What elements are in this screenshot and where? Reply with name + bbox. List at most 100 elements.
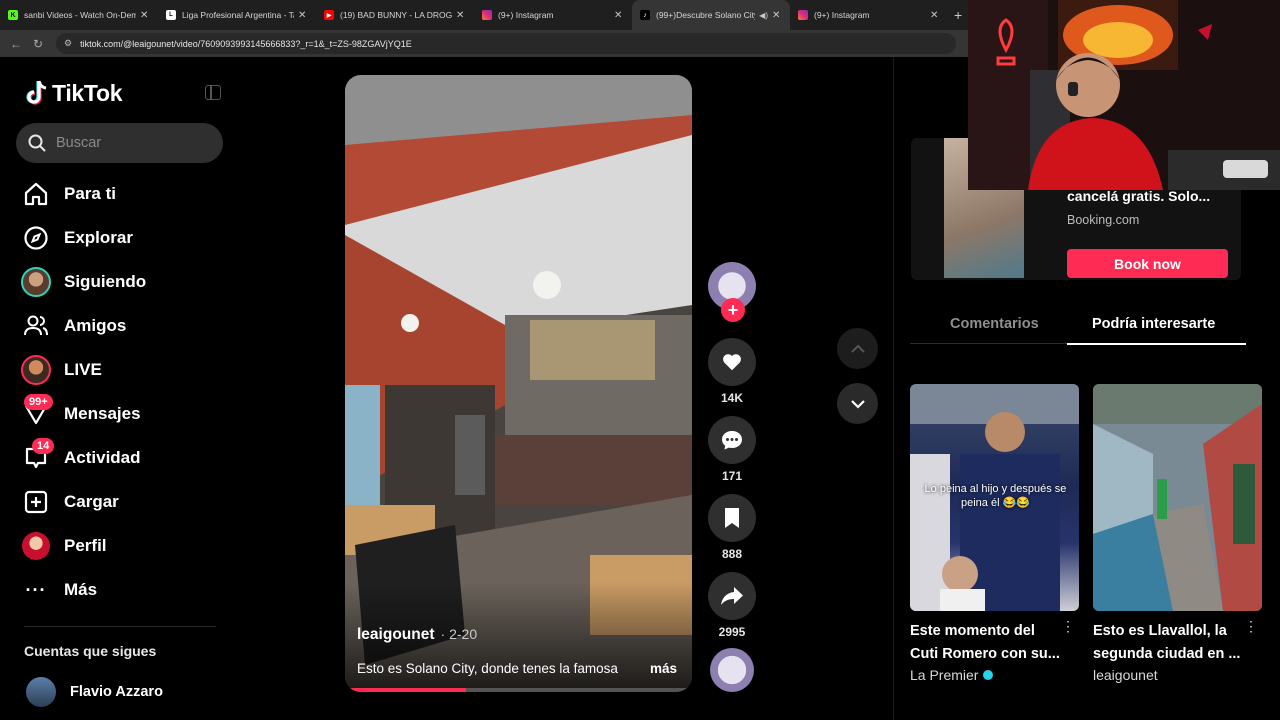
close-tab-icon[interactable]: ✕ bbox=[614, 10, 624, 21]
share-count: 2995 bbox=[718, 625, 746, 639]
activity-icon: 14 bbox=[20, 438, 55, 474]
instagram-icon bbox=[798, 10, 808, 20]
save-button[interactable] bbox=[708, 494, 756, 542]
browser-tab[interactable]: (9+) Instagram ✕ bbox=[474, 0, 632, 30]
video-player[interactable]: leaigounet · 2-20 Esto es Solano City, d… bbox=[345, 75, 692, 692]
sidebar-item-cargar[interactable]: Cargar bbox=[20, 480, 220, 524]
browser-tab[interactable]: (9+) Instagram ✕ bbox=[790, 0, 948, 30]
video-author-line: leaigounet · 2-20 bbox=[357, 626, 477, 644]
browser-tab[interactable]: L Liga Profesional Argentina - Tabla ✕ bbox=[158, 0, 316, 30]
close-tab-icon[interactable]: ✕ bbox=[140, 10, 150, 21]
reload-icon[interactable]: ↻ bbox=[30, 37, 46, 51]
sidebar-item-siguiendo[interactable]: Siguiendo bbox=[20, 260, 220, 304]
close-tab-icon[interactable]: ✕ bbox=[456, 10, 466, 21]
video-progress-bar[interactable] bbox=[345, 688, 692, 692]
video-caption-text: Esto es Solano City, donde tenes la famo… bbox=[357, 661, 618, 676]
card-title: Este momento del Cuti Romero con su... bbox=[910, 623, 1060, 662]
previous-video-button[interactable] bbox=[837, 328, 878, 369]
bookmark-icon bbox=[725, 508, 739, 528]
comment-count: 171 bbox=[721, 469, 743, 483]
sidebar-item-mensajes[interactable]: 99+ Mensajes bbox=[20, 392, 220, 436]
sidebar-item-amigos[interactable]: Amigos bbox=[20, 304, 220, 348]
book-now-button[interactable]: Book now bbox=[1067, 249, 1228, 278]
logo-text: TikTok bbox=[52, 79, 123, 106]
verified-icon bbox=[983, 670, 994, 680]
suggested-video-card[interactable]: Esto es Llavallol, la segunda ciudad en … bbox=[1093, 384, 1262, 683]
profile-avatar-icon bbox=[20, 530, 52, 562]
live-avatar-icon bbox=[20, 354, 52, 386]
more-options-icon[interactable]: ⋮ bbox=[1244, 618, 1258, 635]
sidebar-item-live[interactable]: LIVE bbox=[20, 348, 220, 392]
next-video-button[interactable] bbox=[837, 383, 878, 424]
sidebar-item-perfil[interactable]: Perfil bbox=[20, 524, 220, 568]
close-tab-icon[interactable]: ✕ bbox=[298, 10, 308, 21]
sidebar-item-mas[interactable]: ··· Más bbox=[20, 568, 220, 612]
compass-icon bbox=[20, 222, 52, 254]
caption-more-button[interactable]: más bbox=[650, 661, 677, 676]
close-tab-icon[interactable]: ✕ bbox=[772, 10, 782, 21]
tiktok-icon: ♪ bbox=[640, 10, 650, 20]
tab-comentarios[interactable]: Comentarios bbox=[950, 316, 1039, 332]
search-placeholder: Buscar bbox=[56, 135, 102, 151]
like-button[interactable] bbox=[708, 338, 756, 386]
sidebar-item-explorar[interactable]: Explorar bbox=[20, 216, 220, 260]
suggested-video-card[interactable]: Lo peina al hijo y después se peina él 😂… bbox=[910, 384, 1079, 683]
video-author[interactable]: leaigounet bbox=[357, 626, 435, 644]
new-tab-icon[interactable]: + bbox=[954, 7, 962, 23]
thumbnail-art bbox=[1093, 384, 1262, 611]
site-info-icon[interactable]: ⚙ bbox=[64, 38, 72, 49]
tab-podria-interesarte[interactable]: Podría interesarte bbox=[1092, 316, 1215, 332]
right-panel-tabs: Comentarios Podría interesarte bbox=[910, 306, 1246, 345]
back-icon[interactable]: ← bbox=[8, 37, 24, 51]
sidebar-item-label: Más bbox=[64, 580, 98, 599]
share-icon bbox=[721, 587, 743, 605]
sidebar-item-label: Mensajes bbox=[64, 404, 141, 423]
sidebar-item-label: Explorar bbox=[64, 228, 133, 247]
card-author: La Premier bbox=[910, 667, 1079, 683]
browser-tab-active[interactable]: ♪ (99+)Descubre Solano City ◀) ✕ bbox=[632, 0, 790, 30]
thumbnail-caption: Lo peina al hijo y después se peina él 😂… bbox=[924, 483, 1067, 509]
messages-badge: 99+ bbox=[24, 394, 53, 410]
tab-title: sanbi Videos - Watch On-Demand bbox=[24, 10, 136, 20]
sidebar-item-para-ti[interactable]: Para ti bbox=[20, 172, 220, 216]
save-count: 888 bbox=[721, 547, 743, 561]
heart-icon bbox=[723, 354, 741, 371]
ad-source: Booking.com bbox=[1067, 213, 1140, 227]
video-caption: Esto es Solano City, donde tenes la famo… bbox=[357, 661, 677, 676]
sidebar-item-label: Para ti bbox=[64, 184, 116, 203]
search-input[interactable]: Buscar bbox=[16, 123, 223, 163]
tab-title: (99+)Descubre Solano City bbox=[656, 10, 756, 20]
sidebar-item-label: Cargar bbox=[64, 492, 119, 511]
sidebar-item-label: Siguiendo bbox=[64, 272, 147, 291]
following-account-name: Flavio Azzaro bbox=[70, 684, 163, 700]
upload-icon bbox=[20, 486, 52, 518]
tiktok-logo-icon bbox=[26, 80, 47, 105]
url-field[interactable]: ⚙ tiktok.com/@leaigounet/video/760909399… bbox=[56, 33, 956, 54]
sidebar-divider bbox=[24, 626, 216, 627]
tiktok-logo[interactable]: TikTok bbox=[24, 79, 123, 107]
browser-tab[interactable]: ▶ (19) BAD BUNNY - LA DROGA ✕ bbox=[316, 0, 474, 30]
sidebar-item-label: LIVE bbox=[64, 360, 102, 379]
following-avatar-icon bbox=[20, 266, 52, 298]
speaker-icon[interactable]: ◀) bbox=[759, 11, 768, 20]
comment-button[interactable] bbox=[708, 416, 756, 464]
sidebar-item-actividad[interactable]: 14 Actividad bbox=[20, 436, 220, 480]
tab-title: (9+) Instagram bbox=[498, 10, 554, 20]
music-disc-icon[interactable] bbox=[710, 648, 754, 692]
right-panel-divider bbox=[893, 57, 894, 720]
share-button[interactable] bbox=[708, 572, 756, 620]
comment-icon bbox=[722, 431, 742, 450]
close-tab-icon[interactable]: ✕ bbox=[930, 10, 940, 21]
follow-plus-icon[interactable]: + bbox=[721, 298, 745, 322]
avatar bbox=[26, 677, 56, 707]
ad-title: cancelá gratis. Solo... bbox=[1067, 188, 1211, 204]
browser-tab[interactable]: K sanbi Videos - Watch On-Demand ✕ bbox=[0, 0, 158, 30]
chevron-up-icon bbox=[850, 344, 865, 353]
sidebar-item-label: Amigos bbox=[64, 316, 127, 335]
search-icon bbox=[28, 134, 46, 152]
webcam-image bbox=[968, 0, 1280, 190]
kick-icon: K bbox=[8, 10, 18, 20]
following-account[interactable]: Flavio Azzaro bbox=[26, 677, 163, 707]
collapse-sidebar-icon[interactable] bbox=[205, 85, 221, 100]
more-options-icon[interactable]: ⋮ bbox=[1061, 618, 1075, 635]
